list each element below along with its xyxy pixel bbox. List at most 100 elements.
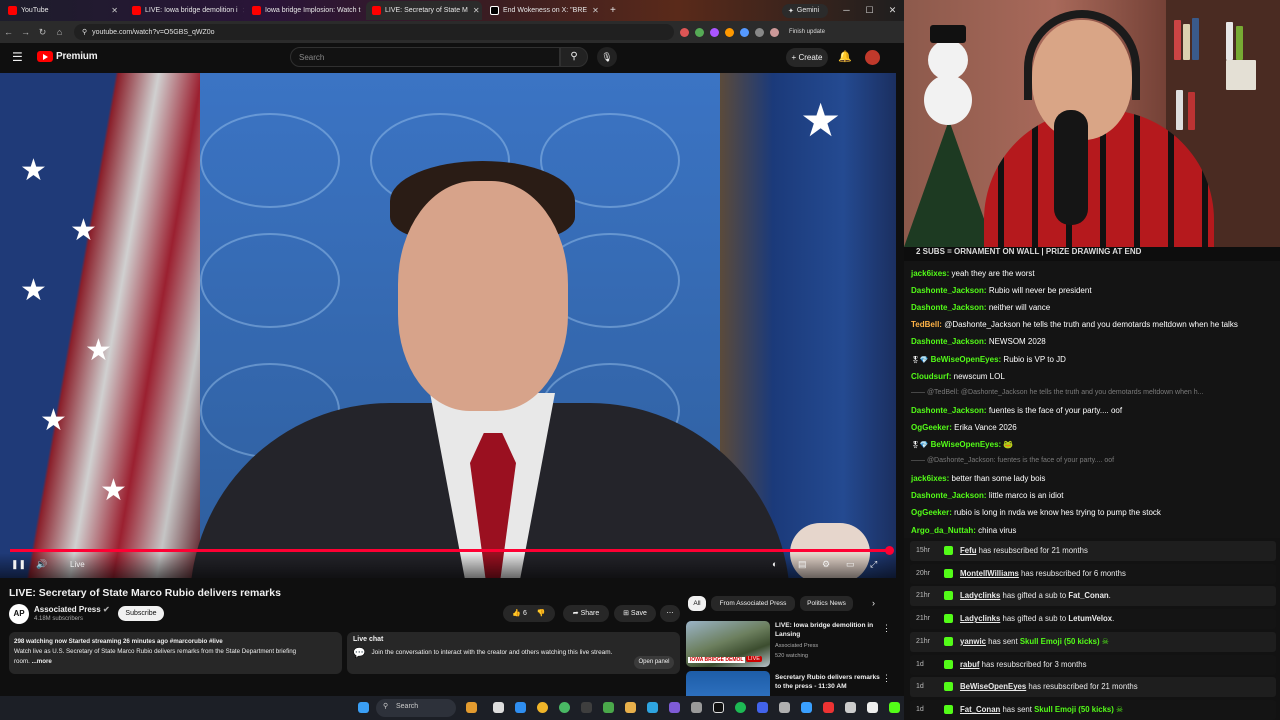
share-button[interactable]: ➦ Share: [563, 605, 609, 622]
open-panel-button[interactable]: Open panel: [634, 656, 674, 669]
finish-update-button[interactable]: Finish update: [789, 29, 825, 35]
pause-icon[interactable]: ❚❚: [11, 559, 26, 570]
back-icon[interactable]: ←: [0, 27, 17, 37]
gemini-button[interactable]: ✦ Gemini: [782, 3, 828, 18]
chat-username[interactable]: Dashonte_Jackson:: [911, 286, 987, 295]
chip-politics[interactable]: Politics News: [800, 596, 853, 611]
taskbar-search[interactable]: ⚲ Search: [376, 699, 456, 717]
channel-avatar[interactable]: AP: [9, 604, 29, 624]
chat-username[interactable]: Dashonte_Jackson:: [911, 303, 987, 312]
forward-icon[interactable]: →: [17, 27, 34, 37]
close-tab-icon[interactable]: ✕: [587, 6, 599, 15]
extension-icon[interactable]: [740, 27, 749, 37]
fullscreen-icon[interactable]: ⤢: [870, 559, 877, 570]
chat-username[interactable]: OgGeeker:: [911, 423, 952, 432]
volume-icon[interactable]: 🔊: [36, 559, 47, 570]
chat-username[interactable]: BeWiseOpenEyes:: [931, 355, 1002, 364]
extension-icon[interactable]: [755, 27, 764, 37]
minimize-icon[interactable]: ─: [835, 0, 858, 21]
live-indicator[interactable]: Live: [70, 560, 85, 569]
event-username[interactable]: Fefu: [960, 546, 976, 555]
app-icon[interactable]: [713, 702, 724, 713]
chat-username[interactable]: Dashonte_Jackson:: [911, 491, 987, 500]
close-window-icon[interactable]: ✕: [881, 0, 904, 21]
youtube-logo[interactable]: Premium: [37, 51, 98, 62]
extension-icon[interactable]: [695, 27, 704, 37]
close-tab-icon[interactable]: ✕: [238, 6, 244, 15]
create-button[interactable]: + Create: [786, 48, 828, 67]
progress-bar[interactable]: [10, 546, 894, 555]
app-icon[interactable]: [845, 702, 856, 713]
subtitles-icon[interactable]: ▤: [798, 559, 807, 570]
file-explorer-icon[interactable]: [625, 702, 636, 713]
browser-tab[interactable]: YouTube ✕: [2, 1, 124, 20]
gift-recipient[interactable]: LetumVelox: [1068, 614, 1112, 623]
close-tab-icon[interactable]: ✕: [106, 6, 118, 15]
app-icon[interactable]: [691, 702, 702, 713]
chat-username[interactable]: jack6ixes:: [911, 269, 949, 278]
chat-username[interactable]: Argo_da_Nuttah:: [911, 526, 976, 535]
profile-avatar[interactable]: [770, 27, 779, 37]
hamburger-menu-icon[interactable]: ☰: [12, 50, 23, 64]
chips-next-icon[interactable]: ›: [872, 598, 875, 608]
chat-username[interactable]: OgGeeker:: [911, 508, 952, 517]
app-icon[interactable]: [559, 702, 570, 713]
channel-name[interactable]: Associated Press ✔: [34, 605, 110, 614]
search-input[interactable]: Search: [290, 47, 560, 67]
chat-username[interactable]: TedBell:: [911, 320, 942, 329]
description-box[interactable]: 298 watching now Started streaming 26 mi…: [9, 632, 342, 674]
recommended-video[interactable]: Secretary Rubio delivers remarks to the …: [686, 671, 896, 696]
extension-icon[interactable]: [725, 27, 734, 37]
url-field[interactable]: ⚲ youtube.com/watch?v=O5GBS_qWZ0o: [74, 24, 674, 40]
search-button[interactable]: ⚲: [560, 47, 588, 67]
app-icon[interactable]: [581, 702, 592, 713]
app-icon[interactable]: [603, 702, 614, 713]
event-username[interactable]: MontellWilliams: [960, 569, 1019, 578]
browser-tab[interactable]: LIVE: Iowa bridge demolition i✕: [126, 1, 244, 20]
event-username[interactable]: Fat_Conan: [960, 705, 1000, 714]
event-username[interactable]: rabuf: [960, 660, 980, 669]
chat-username[interactable]: BeWiseOpenEyes:: [931, 440, 1002, 449]
chrome-icon[interactable]: [537, 702, 548, 713]
browser-tab[interactable]: End Wokeness on X: "BRE ✕: [484, 1, 602, 20]
like-button[interactable]: 👍 6: [512, 610, 527, 617]
edge-icon[interactable]: [515, 702, 526, 713]
recommended-video[interactable]: IOWA BRIDGE DEMOL LIVE LIVE: Iowa bridge…: [686, 621, 896, 667]
chip-from-channel[interactable]: From Associated Press: [711, 596, 795, 611]
app-icon[interactable]: [669, 702, 680, 713]
site-info-icon[interactable]: ⚲: [82, 28, 87, 36]
chip-all[interactable]: All: [688, 596, 706, 611]
chat-username[interactable]: Dashonte_Jackson:: [911, 406, 987, 415]
chat-username[interactable]: Cloudsurf:: [911, 372, 951, 381]
close-tab-icon[interactable]: ✕: [360, 6, 364, 15]
more-options-icon[interactable]: ⋮: [882, 623, 891, 634]
chat-username[interactable]: Dashonte_Jackson:: [911, 337, 987, 346]
video-player[interactable]: ★ ★ ★ ★ ★ ★ ★ ❚❚ 🔊 Live ◐ ▤ ⚙ ▭ ⤢: [0, 73, 896, 578]
app-icon[interactable]: [757, 702, 768, 713]
app-icon[interactable]: [801, 702, 812, 713]
task-view-icon[interactable]: [493, 702, 504, 713]
extension-icon[interactable]: [680, 27, 689, 37]
kick-icon[interactable]: [889, 702, 900, 713]
subscribe-button[interactable]: Subscribe: [118, 606, 164, 621]
event-username[interactable]: Ladyclinks: [960, 591, 1000, 600]
windows-start-icon[interactable]: [358, 702, 369, 713]
save-button[interactable]: ⊞ Save: [614, 605, 656, 622]
event-username[interactable]: Ladyclinks: [960, 614, 1000, 623]
event-username[interactable]: BeWiseOpenEyes: [960, 682, 1026, 691]
more-actions-icon[interactable]: ⋯: [660, 605, 680, 622]
app-icon[interactable]: [779, 702, 790, 713]
close-tab-icon[interactable]: ✕: [468, 6, 480, 15]
home-icon[interactable]: ⌂: [51, 27, 68, 37]
event-username[interactable]: yanwic: [960, 637, 986, 646]
notifications-bell-icon[interactable]: 🔔: [838, 50, 852, 63]
more-link[interactable]: ...more: [32, 658, 52, 665]
settings-gear-icon[interactable]: ⚙: [822, 559, 830, 570]
chat-username[interactable]: jack6ixes:: [911, 474, 949, 483]
dislike-button[interactable]: 👎: [537, 610, 546, 617]
maximize-icon[interactable]: ☐: [858, 0, 881, 21]
new-tab-button[interactable]: +: [604, 1, 622, 20]
voice-search-button[interactable]: 🎙: [597, 47, 617, 67]
app-icon[interactable]: [823, 702, 834, 713]
more-options-icon[interactable]: ⋮: [882, 673, 891, 684]
